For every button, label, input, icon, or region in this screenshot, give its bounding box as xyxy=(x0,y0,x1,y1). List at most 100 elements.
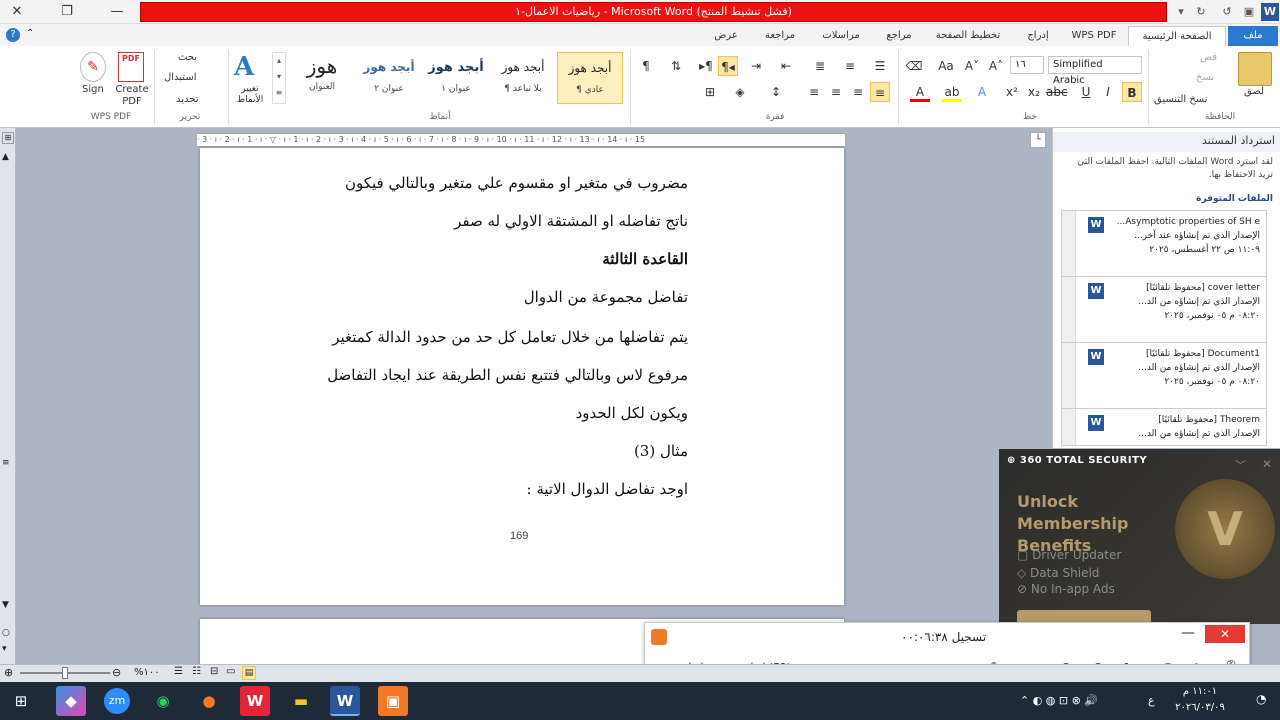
tab-mailings[interactable]: مراسلات xyxy=(812,26,870,46)
draft-view-icon[interactable]: ☰ xyxy=(174,666,183,677)
scroll-up-icon[interactable]: ▲ xyxy=(2,152,9,162)
show-marks-icon[interactable]: ¶ xyxy=(636,56,656,76)
customize-qat-icon[interactable]: ▾ xyxy=(1172,3,1190,21)
font-name-combo[interactable]: Simplified Arabic xyxy=(1048,56,1142,86)
undo-icon[interactable]: ↺ xyxy=(1218,3,1236,21)
sign-icon[interactable]: ✎ xyxy=(80,52,106,82)
minimize-icon[interactable]: — xyxy=(1181,625,1195,641)
word-taskbar-icon[interactable]: W xyxy=(330,686,360,716)
start-icon[interactable]: ⊞ xyxy=(6,686,36,716)
close-window-button[interactable]: ✕ xyxy=(6,3,28,21)
zoom-slider-thumb[interactable] xyxy=(62,667,68,679)
replace-button[interactable]: استبدال xyxy=(164,72,197,83)
create-pdf-button[interactable]: Create PDF xyxy=(114,84,150,108)
zoom-percent[interactable]: %١٠٠ xyxy=(134,667,160,678)
bold-icon[interactable]: B xyxy=(1122,82,1142,102)
recovered-file-item[interactable]: W Document1 [محفوظ تلقائيًا] الإصدار الذ… xyxy=(1062,343,1266,409)
web-layout-icon[interactable]: ⊟ xyxy=(210,666,218,677)
tab-file[interactable]: ملف xyxy=(1228,26,1278,46)
tab-wps-pdf[interactable]: WPS PDF xyxy=(1064,26,1124,46)
create-pdf-icon[interactable]: PDF xyxy=(118,52,144,82)
tab-insert[interactable]: إدراج xyxy=(1018,26,1058,46)
firefox-icon[interactable]: ● xyxy=(194,686,224,716)
align-right-icon[interactable]: ≡ xyxy=(870,82,890,102)
styles-scroll[interactable]: ▴ ▾ ≡ xyxy=(272,52,286,104)
minimize-icon[interactable]: ﹀ xyxy=(1235,457,1246,473)
outline-view-icon[interactable]: ☷ xyxy=(192,666,201,677)
input-language[interactable]: ع xyxy=(1148,694,1155,707)
minimize-window-button[interactable]: — xyxy=(106,3,128,21)
highlight-icon[interactable]: ab xyxy=(942,82,962,102)
subscript-icon[interactable]: x₂ xyxy=(1024,82,1044,102)
copy-button[interactable]: نسخ xyxy=(1196,72,1214,83)
multilevel-list-icon[interactable]: ≣ xyxy=(810,56,830,76)
restore-window-button[interactable]: ❐ xyxy=(56,3,78,21)
style-normal[interactable]: أبجد هوز ¶ عادي xyxy=(557,52,623,104)
clear-format-icon[interactable]: ⌫ xyxy=(904,56,924,76)
print-layout-icon[interactable]: ▤ xyxy=(242,666,256,680)
justify-icon[interactable]: ≡ xyxy=(804,82,824,102)
align-left-icon[interactable]: ≡ xyxy=(826,82,846,102)
zoom-in-icon[interactable]: ⊕ xyxy=(4,666,13,679)
find-button[interactable]: بحث xyxy=(178,52,197,63)
bullets-icon[interactable]: ☰ xyxy=(870,56,890,76)
rtl-direction-icon[interactable]: ¶◂ xyxy=(718,56,738,76)
tab-home[interactable]: الصفحة الرئيسية xyxy=(1128,26,1226,46)
superscript-icon[interactable]: x² xyxy=(1002,82,1022,102)
close-icon[interactable]: ✕ xyxy=(1205,625,1245,643)
sign-button[interactable]: Sign xyxy=(82,84,104,95)
close-icon[interactable]: ✕ xyxy=(1262,457,1272,471)
save-icon[interactable]: ▣ xyxy=(1240,3,1258,21)
grow-font-icon[interactable]: A˄ xyxy=(986,56,1006,76)
line-spacing-icon[interactable]: ↕ xyxy=(766,82,786,102)
clock[interactable]: ١١:٠١ م ٢٠٢٦/٠٣/٠٩ xyxy=(1160,684,1240,716)
text-effects-icon[interactable]: A xyxy=(972,82,992,102)
tab-references[interactable]: مراجع xyxy=(876,26,922,46)
tab-page-layout[interactable]: تخطيط الصفحة xyxy=(928,26,1008,46)
shading-icon[interactable]: ◈ xyxy=(730,82,750,102)
tab-review[interactable]: مراجعة xyxy=(754,26,806,46)
browse-object-icon[interactable]: ○ xyxy=(2,628,10,638)
sort-icon[interactable]: ⇅ xyxy=(666,56,686,76)
whatsapp-icon[interactable]: ◉ xyxy=(148,686,178,716)
increase-indent-icon[interactable]: ⇥ xyxy=(746,56,766,76)
shrink-font-icon[interactable]: A˅ xyxy=(962,56,982,76)
recovered-file-item[interactable]: W cover letter [محفوظ تلقائيًا] الإصدار … xyxy=(1062,277,1266,343)
style-title[interactable]: هوز العنوان xyxy=(289,52,355,104)
cut-button[interactable]: قص xyxy=(1200,52,1217,63)
redo-icon[interactable]: ↻ xyxy=(1192,3,1210,21)
file-explorer-icon[interactable]: ▬ xyxy=(286,686,316,716)
document-page[interactable]: مضروب في متغير او مقسوم علي متغير وبالتا… xyxy=(200,148,844,605)
paste-button[interactable]: لصق xyxy=(1244,86,1264,97)
underline-icon[interactable]: U xyxy=(1076,82,1096,102)
font-size-combo[interactable]: ١٦ xyxy=(1010,56,1044,74)
align-center-icon[interactable]: ≡ xyxy=(848,82,868,102)
zoom-app-icon[interactable]: zm xyxy=(104,688,130,714)
paste-icon[interactable] xyxy=(1238,52,1272,86)
change-styles-button[interactable]: تغيير الأنماط xyxy=(232,84,268,106)
style-no-spacing[interactable]: أبجد هوز ¶ بلا تباعد xyxy=(490,52,556,104)
notifications-icon[interactable]: ◔ xyxy=(1256,692,1266,706)
numbering-icon[interactable]: ≡ xyxy=(840,56,860,76)
strikethrough-icon[interactable]: abc xyxy=(1046,82,1068,102)
full-screen-reading-icon[interactable]: ▭ xyxy=(226,666,235,677)
next-page-icon[interactable]: ▾ xyxy=(2,644,7,654)
style-heading-2[interactable]: أبجد هوز عنوان ٢ xyxy=(356,52,422,104)
recovered-file-item[interactable]: W Asymptotic properties of SH e... الإصد… xyxy=(1062,211,1266,277)
view-ruler-icon[interactable]: ⊞ xyxy=(2,132,14,144)
scrollbar-thumb[interactable]: ≡ xyxy=(2,458,10,468)
ltr-direction-icon[interactable]: ▸¶ xyxy=(696,56,716,76)
format-painter-button[interactable]: نسخ التنسيق xyxy=(1154,94,1207,105)
help-icon[interactable]: ? xyxy=(6,28,20,42)
tab-view[interactable]: عرض xyxy=(704,26,748,46)
collapse-ribbon-icon[interactable]: ⌃ xyxy=(26,28,34,39)
style-heading-1[interactable]: أبجد هوز عنوان ١ xyxy=(423,52,489,104)
italic-icon[interactable]: I xyxy=(1098,82,1118,102)
zoom-out-icon[interactable]: ⊖ xyxy=(112,666,121,679)
change-case-icon[interactable]: Aa xyxy=(936,56,956,76)
scroll-down-icon[interactable]: ▼ xyxy=(2,600,9,610)
decrease-indent-icon[interactable]: ⇤ xyxy=(776,56,796,76)
tab-selector-icon[interactable]: └ xyxy=(1030,132,1046,148)
font-color-icon[interactable]: A xyxy=(910,82,930,102)
borders-icon[interactable]: ⊞ xyxy=(700,82,720,102)
